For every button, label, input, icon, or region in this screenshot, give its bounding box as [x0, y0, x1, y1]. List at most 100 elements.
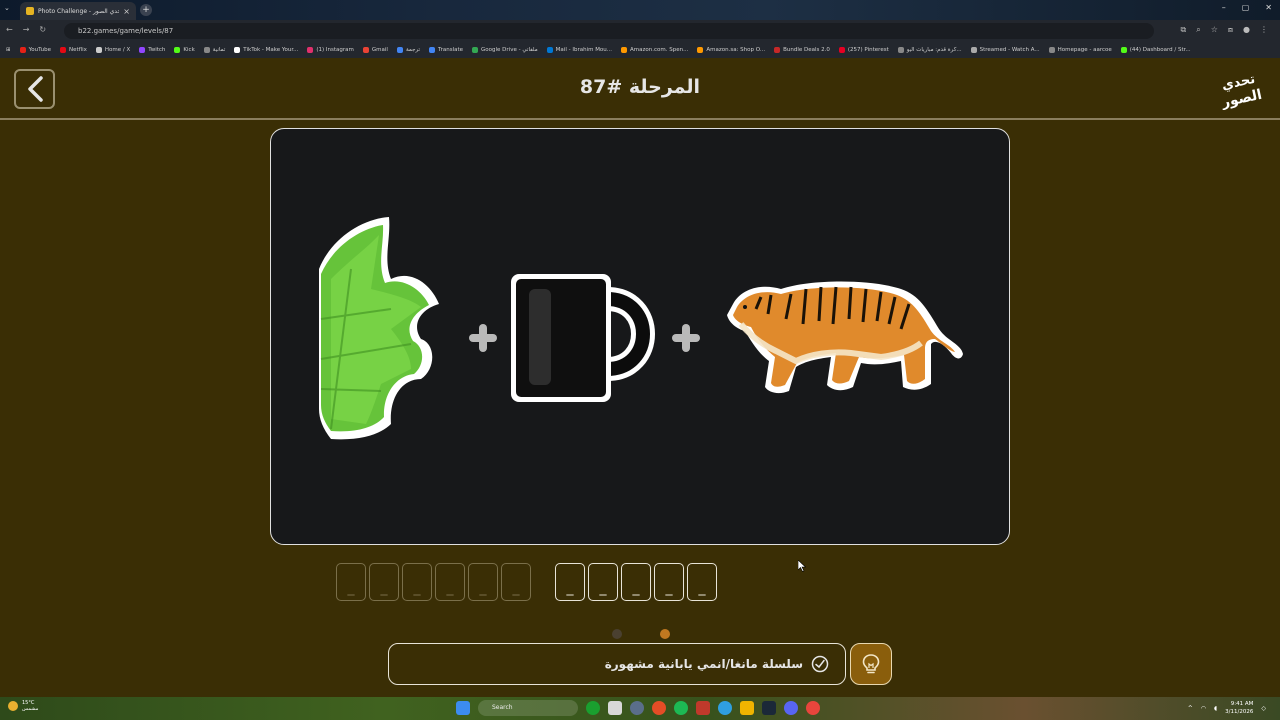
letter-slot[interactable]: _ — [555, 563, 585, 601]
reload-icon[interactable]: ↻ — [39, 25, 46, 34]
file-explorer-icon[interactable] — [740, 701, 754, 715]
bookmark-item[interactable]: Google Drive - ملفاتي — [472, 47, 538, 53]
close-window-icon[interactable]: ✕ — [1265, 3, 1272, 12]
back-button[interactable] — [14, 69, 55, 109]
bookmark-item[interactable]: (1) Instagram — [307, 47, 354, 53]
bookmark-item[interactable]: Amazon.com. Spen... — [621, 47, 688, 53]
bookmark-item[interactable]: تمانية — [203, 47, 225, 53]
bookmark-item[interactable]: YouTube — [19, 47, 51, 53]
header-divider — [0, 118, 1280, 120]
maximize-icon[interactable]: ▢ — [1242, 3, 1250, 12]
bookmark-label: Homepage - aarcoe — [1057, 47, 1112, 53]
forward-nav-icon[interactable]: → — [23, 25, 30, 34]
bookmark-item[interactable]: Amazon.sa: Shop O... — [697, 47, 765, 53]
bookmark-item[interactable]: ترجمة — [396, 47, 420, 53]
browser-tabbar: ⌄ Photo Challenge - تحدي الصور × + – ▢ ✕ — [0, 0, 1280, 20]
windows-start-icon[interactable] — [456, 701, 470, 715]
new-tab-button[interactable]: + — [140, 4, 152, 16]
browser-tab[interactable]: Photo Challenge - تحدي الصور × — [20, 2, 136, 20]
app-icon[interactable] — [696, 701, 710, 715]
bookmark-item[interactable]: كرة قدم: مباريات اليو... — [897, 47, 962, 53]
bookmark-item[interactable]: Twitch — [139, 47, 165, 53]
letter-slot[interactable]: _ — [588, 563, 618, 601]
letter-slot[interactable]: _ — [402, 563, 432, 601]
wifi-icon[interactable]: ◠ — [1201, 705, 1206, 712]
url-bar[interactable]: b22.games/game/levels/87 — [64, 23, 1154, 39]
spotify-icon[interactable] — [674, 701, 688, 715]
bookmark-label: Bundle Deals 2.0 — [783, 47, 830, 53]
pagination-dots — [612, 629, 670, 639]
window-controls: – ▢ ✕ — [1222, 3, 1272, 12]
game-logo[interactable]: تحدي الصور — [1214, 70, 1266, 110]
menu-icon[interactable]: ⋮ — [1260, 25, 1268, 35]
letter-slot[interactable]: _ — [369, 563, 399, 601]
windows-taskbar: 15°C مشمس Search ^ ◠ ◖ 9:41 AM 3/11/2026… — [0, 697, 1280, 720]
hint-bar[interactable]: سلسلة مانغا/انمي يابانية مشهورة — [388, 643, 846, 685]
apps-icon[interactable]: ⊞ — [6, 47, 11, 53]
bookmark-favicon-icon — [472, 47, 479, 53]
letter-slot[interactable]: _ — [435, 563, 465, 601]
bookmark-favicon-icon — [897, 47, 904, 53]
letter-slot[interactable]: _ — [468, 563, 498, 601]
bookmark-item[interactable]: Netflix — [59, 47, 87, 53]
extensions-icon[interactable]: ⧈ — [1228, 25, 1233, 35]
bookmark-item[interactable]: (257) Pinterest — [838, 47, 889, 53]
bookmark-favicon-icon — [139, 47, 146, 53]
tab-search-icon[interactable]: ⌄ — [4, 4, 10, 12]
clock-date: 3/11/2026 — [1225, 709, 1254, 715]
volume-icon[interactable]: ◖ — [1214, 705, 1217, 712]
notification-bell-icon[interactable]: ◇ — [1261, 705, 1266, 712]
pagination-dot[interactable] — [660, 629, 670, 639]
bookmark-item[interactable]: Bundle Deals 2.0 — [774, 47, 830, 53]
letter-slot[interactable]: _ — [621, 563, 651, 601]
origin-icon[interactable] — [652, 701, 666, 715]
bookmark-item[interactable]: Kick — [174, 47, 195, 53]
hint-button[interactable] — [850, 643, 892, 685]
lightbulb-icon — [862, 654, 880, 674]
minimize-icon[interactable]: – — [1222, 3, 1226, 12]
weather-widget[interactable]: 15°C مشمس — [8, 700, 38, 712]
pagination-dot[interactable] — [612, 629, 622, 639]
taskbar-search[interactable]: Search — [478, 700, 578, 716]
bookmark-favicon-icon — [203, 47, 210, 53]
bookmark-label: (1) Instagram — [316, 47, 354, 53]
chrome-icon[interactable] — [806, 701, 820, 715]
bookmark-item[interactable]: TikTok - Make Your... — [234, 47, 298, 53]
settings-icon[interactable] — [630, 701, 644, 715]
bookmark-favicon-icon — [838, 47, 845, 53]
bookmark-star-icon[interactable]: ☆ — [1211, 25, 1218, 35]
zoom-icon[interactable]: ⌕ — [1196, 25, 1200, 35]
tiger-image — [727, 281, 963, 394]
notepad-icon[interactable] — [608, 701, 622, 715]
letter-slot[interactable]: _ — [501, 563, 531, 601]
check-circle-icon — [811, 655, 829, 673]
bookmark-item[interactable]: Streamed - Watch A... — [970, 47, 1040, 53]
back-nav-icon[interactable]: ← — [6, 25, 13, 34]
tab-close-icon[interactable]: × — [123, 7, 130, 16]
bookmark-item[interactable]: Mail - Ibrahim Mou... — [546, 47, 612, 53]
clock-time: 9:41 AM — [1230, 701, 1254, 707]
xbox-icon[interactable] — [586, 701, 600, 715]
bookmarks-bar: ⊞ YouTube Netflix Home / X Twitch Kick تمانية… — [0, 42, 1280, 58]
tray-chevron-icon[interactable]: ^ — [1188, 705, 1193, 712]
letter-slot[interactable]: _ — [687, 563, 717, 601]
bookmark-item[interactable]: Home / X — [95, 47, 130, 53]
bookmark-label: Streamed - Watch A... — [979, 47, 1040, 53]
bookmark-item[interactable]: (44) Dashboard / Str... — [1120, 47, 1191, 53]
bookmark-favicon-icon — [174, 47, 181, 53]
sun-icon — [8, 701, 18, 711]
app-header: المرحلة #87 تحدي الصور — [0, 58, 1280, 120]
bookmark-item[interactable]: Gmail — [362, 47, 388, 53]
bookmark-item[interactable]: Homepage - aarcoe — [1048, 47, 1112, 53]
discord-icon[interactable] — [784, 701, 798, 715]
translate-icon[interactable]: ⧉ — [1181, 25, 1187, 35]
steam-icon[interactable] — [762, 701, 776, 715]
letter-slot[interactable]: _ — [654, 563, 684, 601]
letter-slot[interactable]: _ — [336, 563, 366, 601]
bookmark-favicon-icon — [970, 47, 977, 53]
bookmark-label: Twitch — [148, 47, 166, 53]
edge-icon[interactable] — [718, 701, 732, 715]
bookmark-item[interactable]: Translate — [429, 47, 463, 53]
profile-icon[interactable]: ● — [1243, 25, 1250, 35]
plus-icon — [672, 324, 700, 352]
